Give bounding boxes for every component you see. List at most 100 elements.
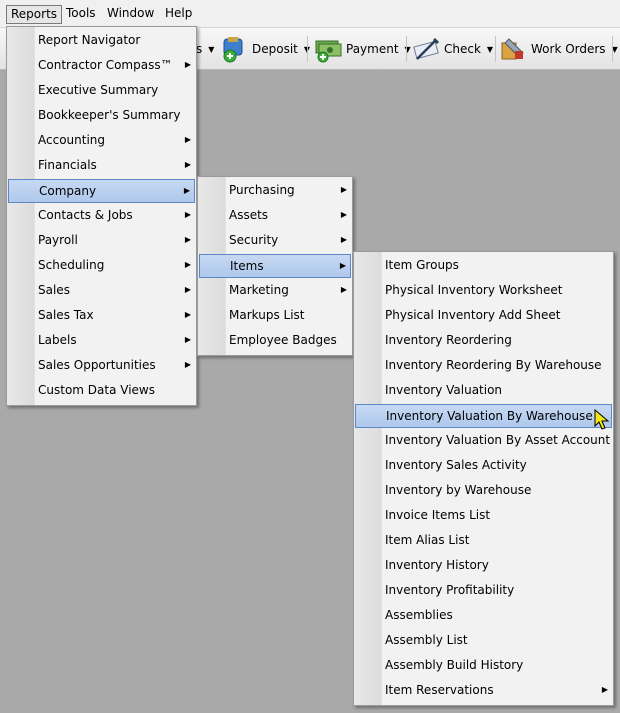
menu-item-inventory-reordering[interactable]: Inventory Reordering: [355, 329, 612, 353]
menu-item-inventory-valuation-by-asset-account[interactable]: Inventory Valuation By Asset Account: [355, 429, 612, 453]
menu-item-label: Inventory Reordering: [385, 333, 512, 347]
menu-item-label: Inventory Sales Activity: [385, 458, 527, 472]
menu-item-label: Custom Data Views: [38, 383, 155, 397]
menu-item-sales-opportunities[interactable]: Sales Opportunities ▶: [8, 354, 195, 378]
menu-item-payroll[interactable]: Payroll ▶: [8, 229, 195, 253]
menu-item-item-alias-list[interactable]: Item Alias List: [355, 529, 612, 553]
menu-item-company[interactable]: Company ▶: [8, 179, 195, 203]
menu-item-label: Inventory by Warehouse: [385, 483, 532, 497]
chevron-down-icon: ▼: [208, 44, 215, 54]
menu-item-inventory-valuation-by-warehouse[interactable]: Inventory Valuation By Warehouse: [355, 404, 612, 428]
menu-item-bookkeeper-s-summary[interactable]: Bookkeeper's Summary: [8, 104, 195, 128]
menu-item-label: Assembly List: [385, 633, 468, 647]
toolbar-partial-button[interactable]: s ▼: [196, 34, 214, 64]
submenu-arrow-icon: ▶: [184, 360, 191, 369]
menu-item-label: Inventory Valuation By Asset Account: [385, 433, 611, 447]
menu-item-accounting[interactable]: Accounting ▶: [8, 129, 195, 153]
menu-item-label: Inventory Valuation By Warehouse: [386, 409, 593, 423]
menu-item-security[interactable]: Security ▶: [199, 229, 351, 253]
menu-item-executive-summary[interactable]: Executive Summary: [8, 79, 195, 103]
menu-item-sales[interactable]: Sales ▶: [8, 279, 195, 303]
check-icon: [412, 35, 440, 63]
menu-item-inventory-reordering-by-warehouse[interactable]: Inventory Reordering By Warehouse: [355, 354, 612, 378]
submenu-arrow-icon: ▶: [184, 260, 191, 269]
menu-item-label: Inventory Valuation: [385, 383, 503, 397]
menu-item-contractor-compass[interactable]: Contractor Compass™ ▶: [8, 54, 195, 78]
menu-item-purchasing[interactable]: Purchasing ▶: [199, 179, 351, 203]
menu-item-employee-badges[interactable]: Employee Badges: [199, 329, 351, 353]
menu-tools[interactable]: Tools: [62, 5, 100, 24]
menu-help[interactable]: Help: [161, 5, 196, 24]
menu-item-sales-tax[interactable]: Sales Tax ▶: [8, 304, 195, 328]
menu-item-assemblies[interactable]: Assemblies: [355, 604, 612, 628]
menu-item-scheduling[interactable]: Scheduling ▶: [8, 254, 195, 278]
submenu-arrow-icon: ▶: [340, 210, 347, 219]
menu-item-markups-list[interactable]: Markups List: [199, 304, 351, 328]
menu-item-label: Inventory History: [385, 558, 489, 572]
submenu-arrow-icon: ▶: [184, 60, 191, 69]
menu-item-inventory-sales-activity[interactable]: Inventory Sales Activity: [355, 454, 612, 478]
menu-item-label: Labels: [38, 333, 77, 347]
menu-item-label: Markups List: [229, 308, 305, 322]
deposit-label: Deposit: [252, 42, 298, 56]
menu-reports[interactable]: Reports: [6, 5, 63, 24]
company-submenu: Purchasing ▶ Assets ▶ Security ▶ Items ▶ Marketi…: [197, 176, 353, 356]
work-orders-icon: [499, 35, 527, 63]
menu-item-label: Physical Inventory Add Sheet: [385, 308, 561, 322]
menu-bar: Reports Tools Window Help: [0, 0, 620, 28]
menu-item-label: Contractor Compass™: [38, 58, 173, 72]
toolbar-separator: [406, 36, 407, 62]
menu-item-label: Employee Badges: [229, 333, 337, 347]
toolbar-separator: [612, 36, 613, 62]
menu-item-inventory-valuation[interactable]: Inventory Valuation: [355, 379, 612, 403]
check-button[interactable]: Check ▼: [412, 34, 493, 64]
menu-item-label: Contacts & Jobs: [38, 208, 133, 222]
menu-item-label: Marketing: [229, 283, 289, 297]
menu-item-label: Security: [229, 233, 279, 247]
payment-icon: [314, 35, 342, 63]
menu-window[interactable]: Window: [103, 5, 158, 24]
menu-item-assets[interactable]: Assets ▶: [199, 204, 351, 228]
menu-item-label: Inventory Reordering By Warehouse: [385, 358, 602, 372]
payment-label: Payment: [346, 42, 399, 56]
submenu-arrow-icon: ▶: [340, 235, 347, 244]
payment-button[interactable]: Payment ▼: [314, 34, 411, 64]
menu-item-item-groups[interactable]: Item Groups: [355, 254, 612, 278]
menu-item-inventory-by-warehouse[interactable]: Inventory by Warehouse: [355, 479, 612, 503]
deposit-button[interactable]: Deposit ▼: [220, 34, 310, 64]
menu-item-label: Assets: [229, 208, 269, 222]
submenu-arrow-icon: ▶: [184, 210, 191, 219]
menu-item-custom-data-views[interactable]: Custom Data Views: [8, 379, 195, 403]
menu-item-assembly-build-history[interactable]: Assembly Build History: [355, 654, 612, 678]
menu-item-label: Inventory Profitability: [385, 583, 515, 597]
submenu-arrow-icon: ▶: [184, 310, 191, 319]
menu-item-label: Invoice Items List: [385, 508, 491, 522]
deposit-icon: [220, 35, 248, 63]
menu-item-inventory-profitability[interactable]: Inventory Profitability: [355, 579, 612, 603]
menu-item-inventory-history[interactable]: Inventory History: [355, 554, 612, 578]
menu-item-report-navigator[interactable]: Report Navigator: [8, 29, 195, 53]
menu-item-contacts-jobs[interactable]: Contacts & Jobs ▶: [8, 204, 195, 228]
submenu-arrow-icon: ▶: [339, 261, 346, 270]
menu-item-label: Physical Inventory Worksheet: [385, 283, 563, 297]
menu-item-label: Accounting: [38, 133, 106, 147]
menu-item-label: Item Reservations: [385, 683, 494, 697]
menu-item-marketing[interactable]: Marketing ▶: [199, 279, 351, 303]
menu-item-financials[interactable]: Financials ▶: [8, 154, 195, 178]
menu-item-labels[interactable]: Labels ▶: [8, 329, 195, 353]
menu-item-invoice-items-list[interactable]: Invoice Items List: [355, 504, 612, 528]
toolbar-separator: [495, 36, 496, 62]
menu-item-items[interactable]: Items ▶: [199, 254, 351, 278]
menu-item-assembly-list[interactable]: Assembly List: [355, 629, 612, 653]
menu-item-physical-inventory-worksheet[interactable]: Physical Inventory Worksheet: [355, 279, 612, 303]
menu-item-physical-inventory-add-sheet[interactable]: Physical Inventory Add Sheet: [355, 304, 612, 328]
items-submenu: Item Groups Physical Inventory Worksheet P…: [353, 251, 614, 706]
mouse-cursor-icon: [594, 409, 610, 430]
menu-item-label: Sales Opportunities: [38, 358, 156, 372]
menu-item-item-reservations[interactable]: Item Reservations ▶: [355, 679, 612, 703]
submenu-arrow-icon: ▶: [340, 185, 347, 194]
menu-item-label: Executive Summary: [38, 83, 159, 97]
menu-item-label: Company: [39, 184, 97, 198]
menu-item-label: Report Navigator: [38, 33, 141, 47]
work-orders-button[interactable]: Work Orders ▼: [499, 34, 618, 64]
